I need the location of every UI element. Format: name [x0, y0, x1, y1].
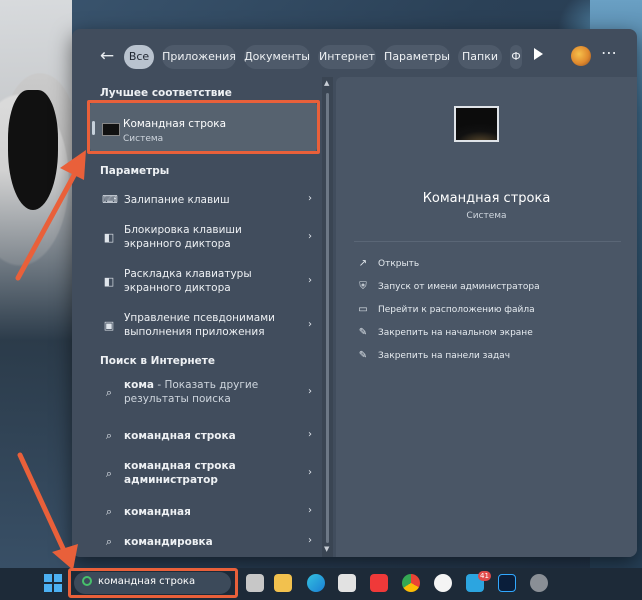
store-icon[interactable]	[338, 574, 356, 592]
vivaldi-icon[interactable]	[370, 574, 388, 592]
notification-badge: 41	[478, 571, 491, 581]
photoshop-icon[interactable]	[498, 574, 516, 592]
chrome-icon[interactable]	[402, 574, 420, 592]
annotation-arrow-bottom	[17, 452, 78, 570]
annotation-arrow-top	[15, 150, 86, 281]
settings-gear-icon[interactable]	[530, 574, 548, 592]
yandex-browser-icon[interactable]	[434, 574, 452, 592]
file-explorer-icon[interactable]	[274, 574, 292, 592]
task-view-icon[interactable]	[246, 574, 264, 592]
annotation-arrows	[15, 150, 86, 570]
edge-icon[interactable]	[307, 574, 325, 592]
search-box-highlight	[68, 568, 238, 598]
windows-start-icon[interactable]	[44, 574, 62, 592]
